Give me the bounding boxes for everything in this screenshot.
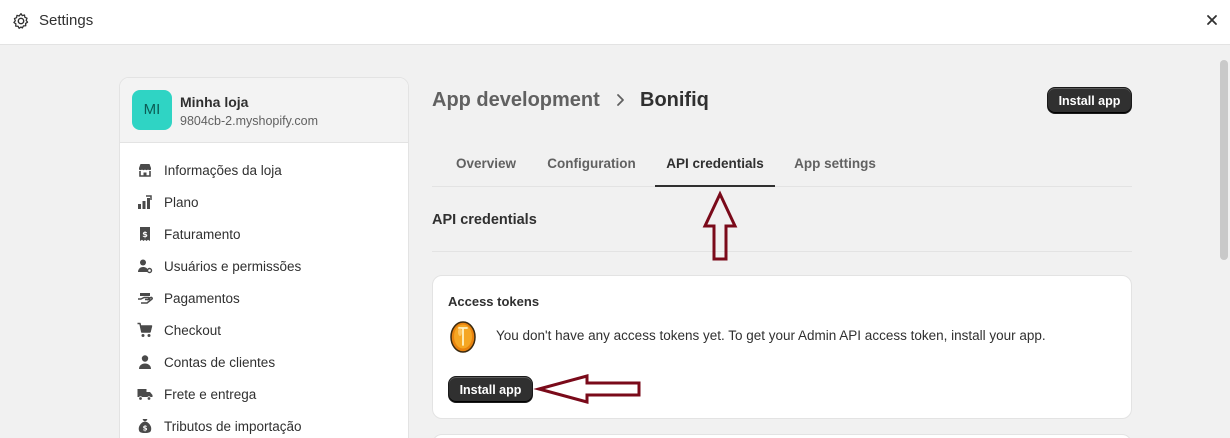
sidebar-item-customer-accounts[interactable]: Contas de clientes bbox=[120, 346, 408, 378]
sidebar-item-payments[interactable]: Pagamentos bbox=[120, 282, 408, 314]
cart-icon bbox=[136, 321, 154, 339]
install-app-button-header[interactable]: Install app bbox=[1047, 87, 1132, 114]
svg-text:$: $ bbox=[142, 230, 148, 239]
sidebar-item-label: Usuários e permissões bbox=[164, 258, 302, 274]
tab-app-settings[interactable]: App settings bbox=[787, 140, 883, 187]
window-title: Settings bbox=[39, 12, 94, 29]
sidebar-item-label: Pagamentos bbox=[164, 290, 240, 306]
store-name: Minha loja bbox=[180, 94, 249, 110]
user-gear-icon bbox=[136, 257, 154, 275]
sidebar-item-shipping[interactable]: Frete e entrega bbox=[120, 378, 408, 410]
sidebar-item-label: Contas de clientes bbox=[164, 354, 276, 370]
settings-menu: Informações da loja Plano $ Faturamento … bbox=[120, 143, 408, 438]
window-titlebar: Settings bbox=[0, 0, 1230, 45]
svg-text:$: $ bbox=[143, 425, 148, 433]
breadcrumb-parent[interactable]: App development bbox=[432, 89, 600, 112]
person-icon bbox=[136, 353, 154, 371]
tab-bar: Overview Configuration API credentials A… bbox=[432, 140, 1132, 187]
tab-overview[interactable]: Overview bbox=[444, 140, 528, 187]
next-card bbox=[432, 434, 1132, 438]
sidebar-item-label: Faturamento bbox=[164, 226, 241, 242]
plan-chart-icon bbox=[136, 193, 154, 211]
store-icon bbox=[136, 161, 154, 179]
chevron-right-icon bbox=[617, 94, 624, 106]
store-domain: 9804cb-2.myshopify.com bbox=[180, 114, 319, 128]
annotation-arrow-left bbox=[533, 374, 641, 404]
receipt-icon: $ bbox=[136, 225, 154, 243]
page-title: Bonifiq bbox=[640, 89, 709, 111]
card-title: Access tokens bbox=[448, 294, 540, 309]
sidebar-item-users[interactable]: Usuários e permissões bbox=[120, 250, 408, 282]
store-avatar: MI bbox=[132, 90, 172, 130]
tab-api-credentials[interactable]: API credentials bbox=[655, 140, 775, 187]
scrollbar[interactable] bbox=[1218, 46, 1230, 438]
truck-icon bbox=[136, 385, 154, 403]
money-bag-icon: $ bbox=[136, 417, 154, 435]
scrollbar-thumb[interactable] bbox=[1220, 60, 1228, 260]
annotation-arrow-up bbox=[702, 190, 738, 261]
sidebar-item-plan[interactable]: Plano bbox=[120, 186, 408, 218]
install-app-button[interactable]: Install app bbox=[448, 376, 533, 403]
sidebar-item-label: Checkout bbox=[164, 322, 222, 338]
sidebar-item-checkout[interactable]: Checkout bbox=[120, 314, 408, 346]
payment-hand-icon bbox=[136, 289, 154, 307]
coin-icon bbox=[450, 321, 476, 353]
sidebar-item-label: Tributos de importação bbox=[164, 418, 302, 434]
sidebar-item-store-info[interactable]: Informações da loja bbox=[120, 154, 408, 186]
gear-icon bbox=[13, 12, 29, 29]
store-header[interactable]: MI Minha loja 9804cb-2.myshopify.com bbox=[120, 78, 408, 143]
section-divider bbox=[432, 251, 1132, 252]
settings-sidebar: MI Minha loja 9804cb-2.myshopify.com Inf… bbox=[119, 77, 409, 438]
sidebar-item-label: Frete e entrega bbox=[164, 386, 257, 402]
close-icon[interactable] bbox=[1205, 13, 1219, 27]
access-tokens-message: You don't have any access tokens yet. To… bbox=[496, 328, 1046, 343]
section-title: API credentials bbox=[432, 212, 537, 228]
tab-configuration[interactable]: Configuration bbox=[540, 140, 643, 187]
sidebar-item-label: Informações da loja bbox=[164, 162, 282, 178]
sidebar-item-billing[interactable]: $ Faturamento bbox=[120, 218, 408, 250]
sidebar-item-label: Plano bbox=[164, 194, 199, 210]
sidebar-item-import-duties[interactable]: $ Tributos de importação bbox=[120, 410, 408, 438]
